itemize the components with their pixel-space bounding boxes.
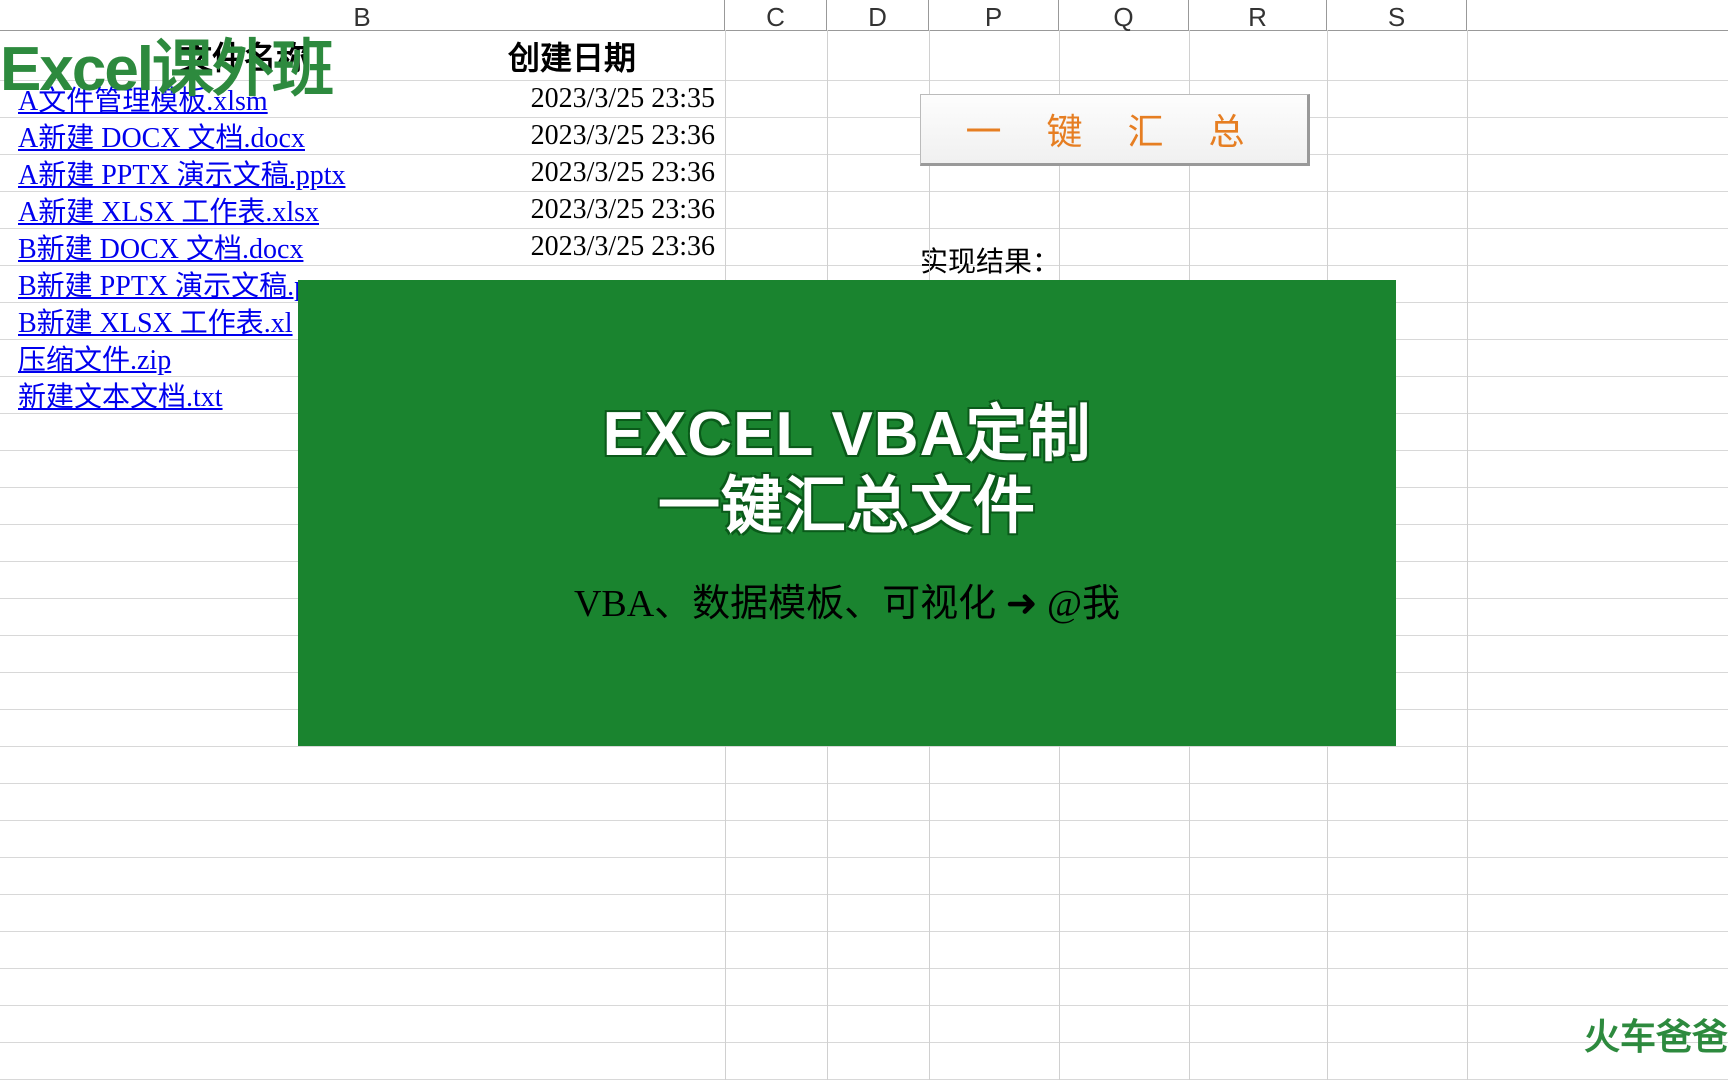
watermark-title: Excel课外班: [0, 18, 332, 108]
promo-line2: 一键汇总文件: [658, 471, 1036, 542]
column-header-s[interactable]: S: [1327, 0, 1467, 30]
summary-button[interactable]: 一 键 汇 总: [920, 94, 1310, 166]
column-header-p[interactable]: P: [929, 0, 1059, 30]
column-header-q[interactable]: Q: [1059, 0, 1189, 30]
column-header-d[interactable]: D: [827, 0, 929, 30]
promo-subtitle: VBA、数据模板、可视化 ➜ @我: [574, 572, 1120, 627]
promo-overlay: EXCEL VBA定制 一键汇总文件 VBA、数据模板、可视化 ➜ @我: [298, 280, 1396, 746]
column-header-c[interactable]: C: [725, 0, 827, 30]
promo-line1: EXCEL VBA定制: [603, 399, 1092, 470]
column-header-r[interactable]: R: [1189, 0, 1327, 30]
